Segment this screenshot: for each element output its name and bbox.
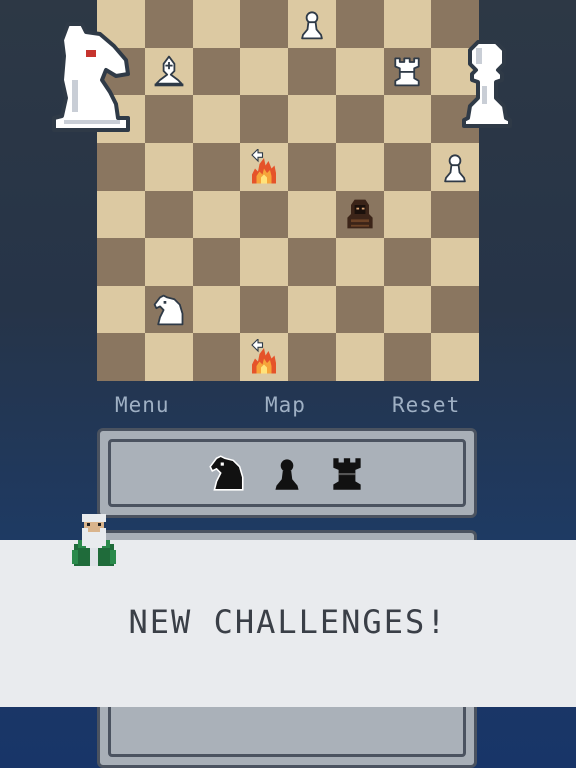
board-square-c3[interactable] xyxy=(192,238,241,286)
board-square-f8[interactable] xyxy=(335,0,384,48)
board-square-c2[interactable] xyxy=(192,285,241,334)
board-square-g4[interactable] xyxy=(383,190,432,239)
board-square-d8[interactable] xyxy=(240,0,288,48)
board-square-e6[interactable] xyxy=(288,95,336,143)
board-square-e7[interactable] xyxy=(288,47,336,96)
board-square-b6[interactable] xyxy=(144,95,193,143)
board-square-c7[interactable] xyxy=(192,47,241,96)
rook-icon[interactable] xyxy=(326,452,368,494)
board-square-f1[interactable] xyxy=(335,333,384,381)
fire-hazard-2-icon xyxy=(240,333,288,381)
knight-icon[interactable] xyxy=(206,452,248,494)
big-knight-icon xyxy=(48,20,134,132)
board-square-f4[interactable] xyxy=(335,190,384,239)
piece-tray-inner xyxy=(108,439,466,507)
board-square-h2[interactable] xyxy=(431,285,479,334)
board-square-d3[interactable] xyxy=(240,238,288,286)
big-pawn-icon xyxy=(460,38,514,128)
fire-hazard-1-icon xyxy=(240,143,288,191)
board-square-b7[interactable] xyxy=(144,47,193,96)
board-square-d1[interactable] xyxy=(240,333,288,381)
board-square-d2[interactable] xyxy=(240,285,288,334)
board-square-g6[interactable] xyxy=(383,95,432,143)
hooded-figure-icon[interactable] xyxy=(336,191,384,239)
sage-avatar-icon xyxy=(70,510,118,572)
chess-board[interactable] xyxy=(97,0,479,381)
board-square-e1[interactable] xyxy=(288,333,336,381)
board-square-b8[interactable] xyxy=(144,0,193,48)
menu-button[interactable]: Menu xyxy=(115,393,170,417)
board-square-a5[interactable] xyxy=(97,142,145,191)
board-square-c1[interactable] xyxy=(192,333,241,381)
map-button[interactable]: Map xyxy=(265,393,306,417)
board-square-a3[interactable] xyxy=(97,238,145,286)
board-square-f7[interactable] xyxy=(335,47,384,96)
board-square-b2[interactable] xyxy=(144,285,193,334)
board-square-g3[interactable] xyxy=(383,238,432,286)
board-square-g1[interactable] xyxy=(383,333,432,381)
board-square-b5[interactable] xyxy=(144,142,193,191)
board-square-g2[interactable] xyxy=(383,285,432,334)
white-knight-icon[interactable] xyxy=(145,286,193,334)
white-pawn-a-icon[interactable] xyxy=(288,0,336,48)
board-square-e3[interactable] xyxy=(288,238,336,286)
board-square-d5[interactable] xyxy=(240,142,288,191)
board-square-g8[interactable] xyxy=(383,0,432,48)
board-square-a1[interactable] xyxy=(97,333,145,381)
board-square-c4[interactable] xyxy=(192,190,241,239)
menu-bar: Menu Map Reset xyxy=(97,393,479,421)
board-square-f5[interactable] xyxy=(335,142,384,191)
board-square-e8[interactable] xyxy=(288,0,336,48)
board-square-f3[interactable] xyxy=(335,238,384,286)
board-square-c5[interactable] xyxy=(192,142,241,191)
board-square-a4[interactable] xyxy=(97,190,145,239)
board-square-a2[interactable] xyxy=(97,285,145,334)
board-square-d4[interactable] xyxy=(240,190,288,239)
board-square-g5[interactable] xyxy=(383,142,432,191)
board-square-e2[interactable] xyxy=(288,285,336,334)
board-square-b4[interactable] xyxy=(144,190,193,239)
white-bishop-icon[interactable] xyxy=(145,48,193,96)
board-square-b3[interactable] xyxy=(144,238,193,286)
board-square-d7[interactable] xyxy=(240,47,288,96)
board-square-e4[interactable] xyxy=(288,190,336,239)
board-square-c6[interactable] xyxy=(192,95,241,143)
board-square-h4[interactable] xyxy=(431,190,479,239)
board-square-h3[interactable] xyxy=(431,238,479,286)
reset-button[interactable]: Reset xyxy=(392,393,460,417)
board-square-h1[interactable] xyxy=(431,333,479,381)
board-square-d6[interactable] xyxy=(240,95,288,143)
white-rook-icon[interactable] xyxy=(384,48,432,96)
pawn-icon[interactable] xyxy=(266,452,308,494)
board-square-f6[interactable] xyxy=(335,95,384,143)
board-square-h5[interactable] xyxy=(431,142,479,191)
board-square-g7[interactable] xyxy=(383,47,432,96)
piece-tray xyxy=(97,428,477,518)
board-square-b1[interactable] xyxy=(144,333,193,381)
banner-text: NEW CHALLENGES! xyxy=(128,602,448,641)
board-square-c8[interactable] xyxy=(192,0,241,48)
board-square-e5[interactable] xyxy=(288,142,336,191)
white-pawn-b-icon[interactable] xyxy=(431,143,479,191)
board-square-f2[interactable] xyxy=(335,285,384,334)
